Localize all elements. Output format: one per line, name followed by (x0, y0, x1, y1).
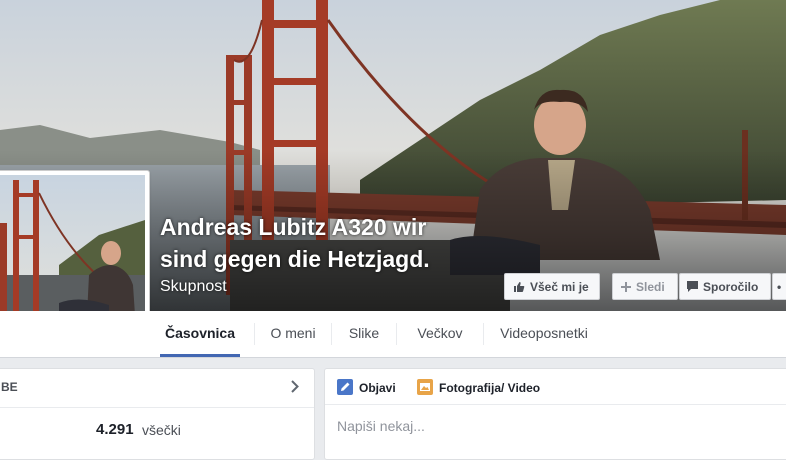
chevron-right-icon[interactable] (291, 380, 299, 398)
composer-tab-photo-label: Fotografija/ Video (439, 381, 541, 395)
pencil-icon (337, 378, 353, 398)
post-composer: Objavi Fotografija/ Video Napiši nekaj..… (324, 368, 786, 460)
like-button[interactable]: Všeč mi je (504, 273, 600, 300)
nav-divider (254, 323, 255, 345)
tab-photos[interactable]: Slike (339, 311, 389, 357)
likes-card: BE 4.291 všečki (0, 368, 315, 460)
message-button-label: Sporočilo (703, 279, 759, 294)
tab-likes[interactable]: Večkov (404, 311, 476, 357)
composer-tab-post-label: Objavi (359, 381, 396, 395)
likes-card-divider (0, 407, 314, 408)
page-title: Andreas Lubitz A320 wir sind gegen die H… (160, 211, 490, 275)
likes-count-label: všečki (142, 422, 181, 438)
more-button[interactable]: • (772, 273, 786, 300)
nav-divider (396, 323, 397, 345)
tab-videos[interactable]: Videoposnetki (491, 311, 597, 357)
plus-icon (621, 281, 631, 292)
nav-divider (331, 323, 332, 345)
page-category[interactable]: Skupnost (160, 278, 227, 296)
nav-divider (483, 323, 484, 345)
tab-about[interactable]: O meni (262, 311, 324, 357)
composer-tab-post[interactable]: Objavi (337, 378, 396, 398)
more-button-label: • (777, 279, 782, 294)
likes-card-title: BE (1, 380, 18, 394)
composer-tab-photo[interactable]: Fotografija/ Video (417, 378, 541, 398)
likes-count: 4.291 (96, 421, 134, 438)
tab-timeline[interactable]: Časovnica (160, 311, 240, 357)
like-button-label: Všeč mi je (530, 279, 589, 294)
follow-button-label: Sledi (636, 279, 665, 294)
message-button[interactable]: Sporočilo (679, 273, 771, 300)
thumbs-up-icon (513, 281, 525, 293)
page-nav: Časovnica O meni Slike Večkov Videoposne… (0, 311, 786, 358)
composer-input[interactable]: Napiši nekaj... (337, 418, 425, 434)
composer-divider (325, 404, 786, 405)
page-title-line1: Andreas Lubitz A320 wir (160, 214, 427, 240)
message-icon (687, 281, 698, 292)
follow-button[interactable]: Sledi (612, 273, 678, 300)
page-title-line2: sind gegen die Hetzjagd. (160, 246, 430, 272)
photo-icon (417, 378, 433, 398)
